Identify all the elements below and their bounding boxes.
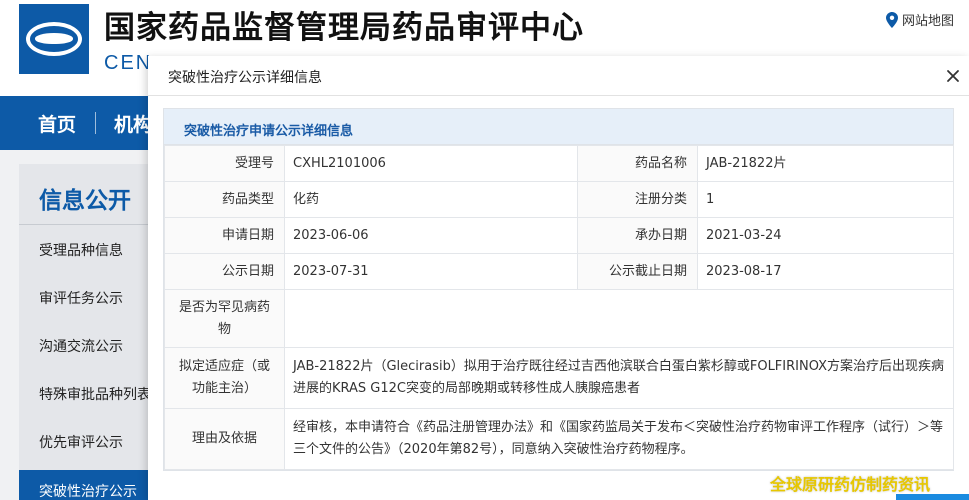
nav-item-organization[interactable]: 机构 [114,110,152,137]
modal-title: 突破性治疗公示详细信息 [168,70,322,86]
publish-date-label: 公示日期 [164,253,285,290]
acceptance-no-label: 受理号 [164,145,285,182]
corner-button[interactable] [896,494,969,500]
registration-class-value: 1 [697,181,954,218]
table-row: 受理号 CXHL2101006 药品名称 JAB-21822片 [164,145,954,182]
detail-panel-title: 突破性治疗申请公示详细信息 [184,124,354,139]
indication-label: 拟定适应症（或功能主治） [164,347,285,409]
location-pin-icon [886,11,898,28]
logo-fish-icon [35,33,73,44]
sitemap-label: 网站地图 [902,14,955,29]
close-button[interactable] [943,66,963,86]
drug-type-value: 化药 [284,181,578,218]
modal-header: 突破性治疗公示详细信息 [148,56,969,96]
table-row: 理由及依据 经审核，本申请符合《药品注册管理办法》和《国家药监局关于发布＜突破性… [164,408,954,470]
acceptance-no-value: CXHL2101006 [284,145,578,182]
reason-value: 经审核，本申请符合《药品注册管理办法》和《国家药监局关于发布＜突破性治疗药物审评… [284,408,954,470]
sidebar-item-priority-review[interactable]: 优先审评公示 [39,432,123,452]
detail-modal: 突破性治疗公示详细信息 突破性治疗申请公示详细信息 受理号 CXHL210100… [148,56,969,500]
table-row: 药品类型 化药 注册分类 1 [164,181,954,218]
table-row: 公示日期 2023-07-31 公示截止日期 2023-08-17 [164,253,954,290]
site-title: 国家药品监督管理局药品审评中心 [104,10,584,46]
reason-label: 理由及依据 [164,408,285,470]
detail-table: 受理号 CXHL2101006 药品名称 JAB-21822片 药品类型 化药 … [164,145,954,470]
apply-date-label: 申请日期 [164,217,285,254]
sidebar-item-special-approval[interactable]: 特殊审批品种列表 [39,384,151,404]
detail-panel: 突破性治疗申请公示详细信息 受理号 CXHL2101006 药品名称 JAB-2… [163,108,954,471]
sidebar-divider [19,224,154,225]
sidebar-item-breakthrough-therapy[interactable]: 突破性治疗公示 [19,470,154,500]
publish-end-date-value: 2023-08-17 [697,253,954,290]
sidebar: 信息公开 受理品种信息 审评任务公示 沟通交流公示 特殊审批品种列表 优先审评公… [19,164,154,500]
table-row: 拟定适应症（或功能主治） JAB-21822片（Glecirasib）拟用于治疗… [164,347,954,409]
sitemap-link[interactable]: 网站地图 [886,10,954,29]
watermark-text: 全球原研药仿制药资讯 [770,475,931,494]
close-icon [947,70,959,82]
site-logo[interactable] [19,4,89,74]
table-row: 是否为罕见病药物 [164,289,954,348]
apply-date-value: 2023-06-06 [284,217,578,254]
rare-disease-value [284,289,954,348]
drug-name-label: 药品名称 [577,145,698,182]
publish-date-value: 2023-07-31 [284,253,578,290]
undertake-date-label: 承办日期 [577,217,698,254]
sidebar-item-accepted-varieties[interactable]: 受理品种信息 [39,240,123,260]
sidebar-item-review-tasks[interactable]: 审评任务公示 [39,288,123,308]
nav-item-home[interactable]: 首页 [38,110,76,137]
detail-panel-header: 突破性治疗申请公示详细信息 [164,109,953,145]
sidebar-item-communication[interactable]: 沟通交流公示 [39,336,123,356]
nav-divider [95,112,96,134]
drug-type-label: 药品类型 [164,181,285,218]
drug-name-value: JAB-21822片 [697,145,954,182]
indication-value: JAB-21822片（Glecirasib）拟用于治疗既往经过吉西他滨联合白蛋白… [284,347,954,409]
publish-end-date-label: 公示截止日期 [577,253,698,290]
table-row: 申请日期 2023-06-06 承办日期 2021-03-24 [164,217,954,254]
rare-disease-label: 是否为罕见病药物 [164,289,285,348]
undertake-date-value: 2021-03-24 [697,217,954,254]
registration-class-label: 注册分类 [577,181,698,218]
site-subtitle: CEN [104,52,153,74]
sidebar-title: 信息公开 [39,188,131,214]
